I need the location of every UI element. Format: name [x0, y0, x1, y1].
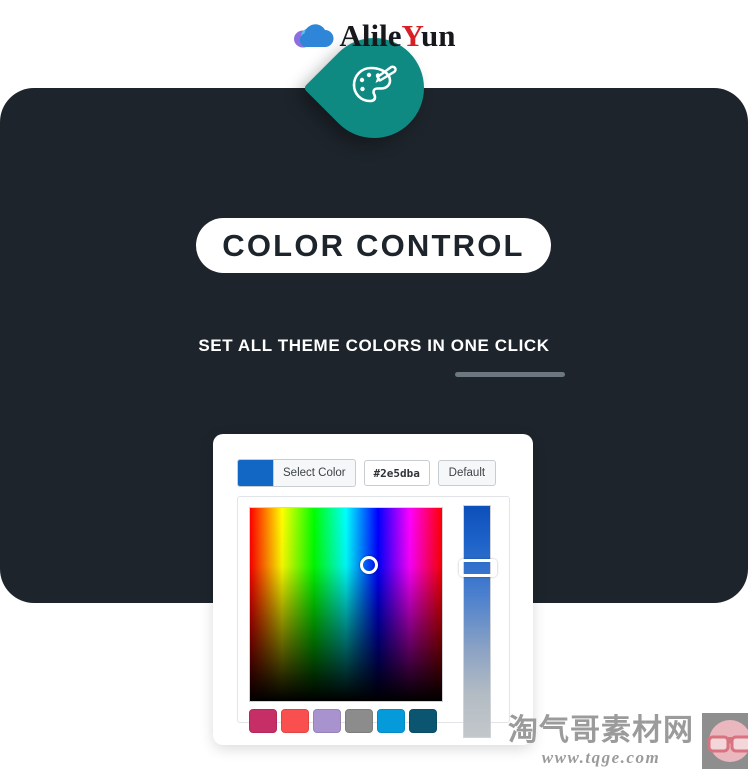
brand-title-part2: un — [421, 18, 456, 53]
page-subtitle: SET ALL THEME COLORS IN ONE CLICK — [198, 336, 550, 355]
current-color-swatch[interactable] — [238, 460, 274, 486]
page-title: COLOR CONTROL — [222, 227, 525, 263]
subtitle-divider — [455, 372, 565, 377]
brightness-slider[interactable] — [459, 505, 497, 738]
color-picker-toolbar: Select Color Default — [237, 459, 497, 487]
select-color-label: Select Color — [283, 467, 346, 479]
watermark-url: www.tqge.com — [541, 748, 661, 767]
brand-title: AlileYun — [339, 19, 455, 53]
preset-swatch-2[interactable] — [313, 709, 341, 733]
paint-palette-icon — [350, 62, 398, 110]
preset-swatch-0[interactable] — [249, 709, 277, 733]
preset-swatch-5[interactable] — [409, 709, 437, 733]
page-title-pill: COLOR CONTROL — [196, 218, 551, 273]
preset-swatch-4[interactable] — [377, 709, 405, 733]
watermark-text: 淘气哥素材网 www.tqge.com — [508, 714, 694, 768]
default-button[interactable]: Default — [437, 460, 497, 486]
cloud-icon — [292, 22, 334, 50]
hue-saturation-gradient[interactable] — [249, 507, 443, 702]
brand-title-highlight: Y — [401, 18, 422, 53]
preset-swatch-row — [249, 709, 437, 733]
preset-swatch-1[interactable] — [281, 709, 309, 733]
brightness-slider-handle[interactable] — [459, 559, 497, 577]
glasses-icon — [702, 713, 748, 769]
hex-color-input[interactable] — [363, 460, 430, 486]
select-color-button[interactable]: Select Color — [237, 459, 356, 487]
brand-header: AlileYun — [0, 14, 748, 58]
preset-swatch-3[interactable] — [345, 709, 373, 733]
color-cursor-handle[interactable] — [360, 556, 378, 574]
watermark-site-name: 淘气哥素材网 — [508, 713, 694, 748]
brand-title-part1: Alile — [339, 18, 402, 53]
watermark: 淘气哥素材网 www.tqge.com — [508, 707, 748, 775]
